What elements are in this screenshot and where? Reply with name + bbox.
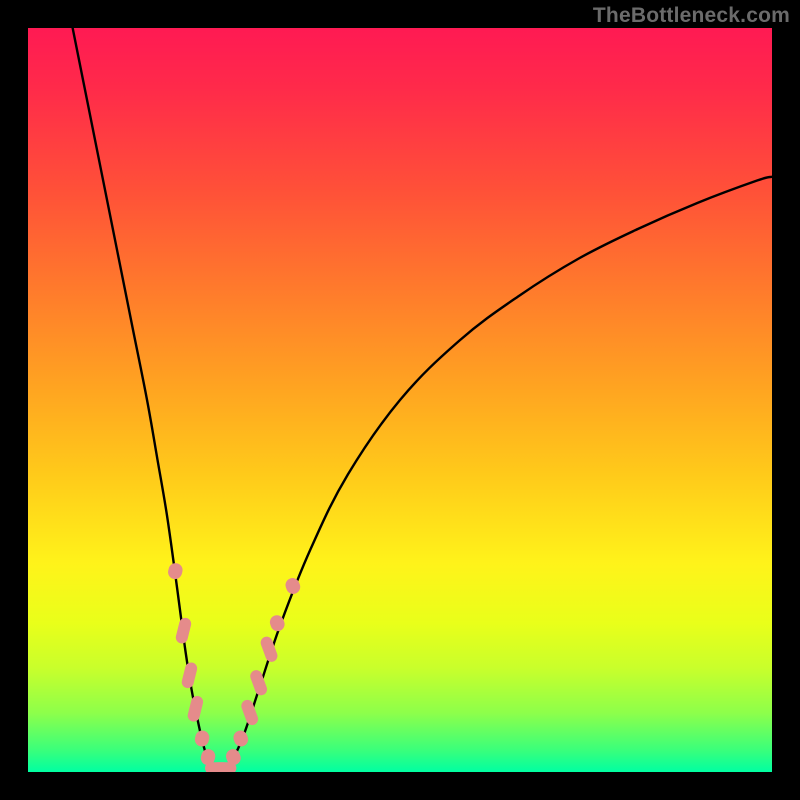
curve-marker bbox=[167, 562, 184, 581]
curve-svg bbox=[28, 28, 772, 772]
curve-marker bbox=[231, 729, 250, 749]
curve-marker bbox=[175, 617, 193, 645]
curve-marker bbox=[249, 668, 269, 697]
curve-markers bbox=[167, 562, 303, 772]
curve-marker bbox=[186, 695, 204, 723]
chart-frame bbox=[28, 28, 772, 772]
curve-path bbox=[73, 28, 772, 770]
curve-marker bbox=[180, 661, 198, 689]
curve-marker bbox=[284, 576, 303, 596]
curve-marker bbox=[193, 729, 210, 748]
bottleneck-curve bbox=[73, 28, 772, 770]
watermark-text: TheBottleneck.com bbox=[593, 4, 790, 28]
curve-marker bbox=[240, 698, 260, 727]
